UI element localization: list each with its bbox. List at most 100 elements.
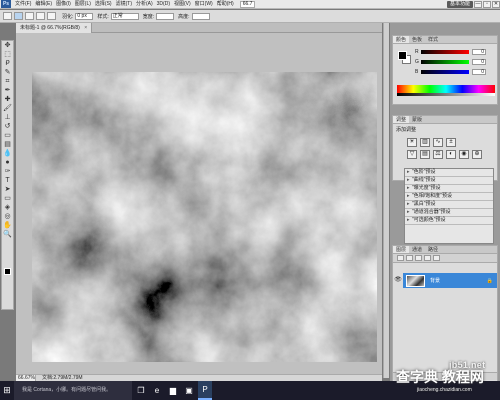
close-button[interactable]: ✕ [492, 0, 500, 8]
lock-position-icon[interactable] [424, 255, 431, 261]
task-view-icon[interactable]: ❐ [134, 381, 148, 400]
photoshop-taskbar-icon[interactable]: P [198, 381, 212, 400]
menu-analysis[interactable]: 分析(A) [134, 0, 155, 9]
menu-filter[interactable]: 滤镜(T) [114, 0, 134, 9]
tab-paths[interactable]: 路径 [425, 246, 441, 253]
brightness-icon[interactable]: ☀ [407, 138, 417, 147]
channel-mixer-icon[interactable]: ⊕ [472, 150, 482, 159]
blue-slider[interactable] [421, 70, 469, 74]
subtract-selection-icon[interactable] [36, 12, 45, 20]
3d-rotate-tool-icon[interactable]: ◈ [2, 204, 13, 212]
height-input[interactable] [191, 12, 210, 20]
preset-item-selective-color[interactable]: ▸ "可选颜色"预设 [405, 217, 493, 225]
tab-styles[interactable]: 样式 [425, 36, 441, 43]
intersect-selection-icon[interactable] [47, 12, 56, 20]
green-slider[interactable] [421, 60, 469, 64]
zoom-level-box[interactable]: 66.7 [239, 0, 256, 8]
blur-tool-icon[interactable]: 💧 [2, 150, 13, 158]
menu-help[interactable]: 帮助(H) [215, 0, 236, 9]
feather-input[interactable]: 0 px [75, 12, 94, 20]
panel-foreground-swatch[interactable] [398, 51, 407, 60]
marquee-tool-icon[interactable]: ⬚ [2, 51, 13, 59]
minimize-button[interactable]: — [474, 0, 482, 8]
tab-channels[interactable]: 通道 [409, 246, 425, 253]
menu-view[interactable]: 视图(V) [172, 0, 193, 9]
layer-name[interactable]: 背景 [430, 277, 440, 284]
vertical-scrollbar[interactable] [383, 23, 389, 378]
file-explorer-icon[interactable]: ▆ [166, 381, 180, 400]
eyedropper-tool-icon[interactable]: ✒ [2, 87, 13, 95]
store-icon[interactable]: ▣ [182, 381, 196, 400]
foreground-color-swatch[interactable] [4, 268, 11, 275]
document-tab[interactable]: 未标题-1 @ 66.7%(RGB/8) × [16, 23, 93, 33]
red-value-input[interactable]: 0 [472, 49, 486, 55]
stamp-tool-icon[interactable]: ⊥ [2, 114, 13, 122]
photo-filter-icon[interactable]: ◉ [459, 150, 469, 159]
crop-tool-icon[interactable]: ⌗ [2, 78, 13, 86]
zoom-tool-icon[interactable]: 🔍 [2, 231, 13, 239]
restore-button[interactable]: ▫ [483, 0, 491, 8]
hand-tool-icon[interactable]: ✋ [2, 222, 13, 230]
visibility-eye-icon[interactable]: 👁 [393, 273, 403, 288]
healing-tool-icon[interactable]: ✚ [2, 96, 13, 104]
red-slider[interactable] [421, 50, 469, 54]
tab-swatches[interactable]: 色板 [409, 36, 425, 43]
workspace-button[interactable]: 基本功能 [446, 0, 473, 8]
color-spectrum-bar[interactable] [397, 85, 495, 93]
menu-edit[interactable]: 编辑(E) [33, 0, 54, 9]
move-tool-icon[interactable]: ✥ [2, 42, 13, 50]
quick-select-tool-icon[interactable]: ✎ [2, 69, 13, 77]
add-selection-icon[interactable] [25, 12, 34, 20]
tab-layers[interactable]: 图层 [393, 246, 410, 253]
tab-color[interactable]: 颜色 [393, 36, 410, 43]
dodge-tool-icon[interactable]: ● [2, 159, 13, 167]
menu-file[interactable]: 文件(F) [13, 0, 33, 9]
eraser-tool-icon[interactable]: ▭ [2, 132, 13, 140]
preset-item-curves[interactable]: ▸ "曲线"预设 [405, 177, 493, 185]
menu-layer[interactable]: 图层(L) [73, 0, 93, 9]
greyscale-ramp[interactable] [397, 93, 495, 96]
vibrance-icon[interactable]: ▽ [407, 150, 417, 159]
preset-item-black-white[interactable]: ▸ "黑白"预设 [405, 201, 493, 209]
cortana-search-box[interactable]: 我是 Cortana，小娜。有问题尽管问我。 [14, 381, 132, 400]
layer-row-background[interactable]: 👁 背景 🔒 [393, 273, 497, 288]
preset-item-exposure[interactable]: ▸ "曝光度"预设 [405, 185, 493, 193]
preset-item-hue-saturation[interactable]: ▸ "色相/饱和度"预设 [405, 193, 493, 201]
preset-item-levels[interactable]: ▸ "色阶"预设 [405, 169, 493, 177]
preset-item-channel-mixer[interactable]: ▸ "通道混合器"预设 [405, 209, 493, 217]
menu-window[interactable]: 窗口(W) [193, 0, 215, 9]
new-selection-icon[interactable] [14, 12, 23, 20]
blend-mode-dropdown[interactable] [397, 255, 404, 261]
curves-icon[interactable]: ∿ [433, 138, 443, 147]
tab-masks[interactable]: 蒙版 [409, 116, 425, 123]
brush-tool-icon[interactable]: 🖌 [2, 105, 13, 113]
lock-image-icon[interactable] [415, 255, 422, 261]
windows-start-icon[interactable]: ⊞ [0, 381, 14, 400]
type-tool-icon[interactable]: T [2, 177, 13, 185]
levels-icon[interactable]: ▥ [420, 138, 430, 147]
style-select[interactable]: 正常 [110, 12, 139, 20]
3d-camera-tool-icon[interactable]: ◎ [2, 213, 13, 221]
exposure-icon[interactable]: ± [446, 138, 456, 147]
menu-image[interactable]: 图像(I) [54, 0, 73, 9]
width-input[interactable] [156, 12, 175, 20]
tab-adjustments[interactable]: 调整 [393, 116, 410, 123]
shape-tool-icon[interactable]: ▭ [2, 195, 13, 203]
gradient-tool-icon[interactable]: ▤ [2, 141, 13, 149]
lock-all-icon[interactable] [433, 255, 440, 261]
history-brush-tool-icon[interactable]: ↺ [2, 123, 13, 131]
blue-value-input[interactable]: 0 [472, 69, 486, 75]
color-balance-icon[interactable]: ⚖ [433, 150, 443, 159]
menu-3d[interactable]: 3D(D) [155, 0, 172, 9]
black-white-icon[interactable]: ◐ [446, 150, 456, 159]
close-icon[interactable]: × [84, 25, 87, 31]
clouds-canvas[interactable] [32, 72, 377, 362]
menu-select[interactable]: 选择(S) [93, 0, 114, 9]
path-select-tool-icon[interactable]: ➤ [2, 186, 13, 194]
green-value-input[interactable]: 0 [472, 59, 486, 65]
lasso-tool-icon[interactable]: ᑭ [2, 60, 13, 68]
marquee-preset-icon[interactable] [3, 12, 12, 20]
edge-browser-icon[interactable]: e [150, 381, 164, 400]
hue-saturation-icon[interactable]: ▤ [420, 150, 430, 159]
pen-tool-icon[interactable]: ✑ [2, 168, 13, 176]
